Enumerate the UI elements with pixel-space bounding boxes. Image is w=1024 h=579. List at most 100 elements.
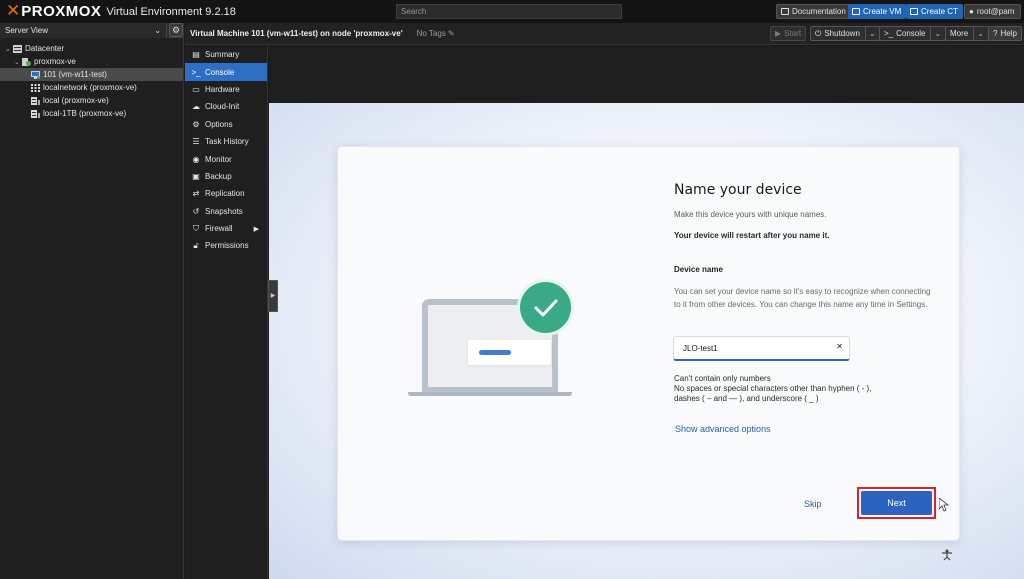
cube-icon xyxy=(910,8,918,15)
menu-item-options[interactable]: ⚙ Options xyxy=(185,116,267,133)
search-input[interactable]: Search xyxy=(396,4,622,19)
documentation-button[interactable]: Documentation xyxy=(776,4,852,19)
proxmox-logo[interactable]: ✕ PROXMOX xyxy=(6,1,102,21)
documentation-label: Documentation xyxy=(792,7,846,16)
help-button[interactable]: ? Help xyxy=(988,26,1022,41)
power-icon: ⏻ xyxy=(815,29,822,38)
accessibility-icon[interactable] xyxy=(941,549,953,561)
history-icon: ↺ xyxy=(192,206,200,216)
vm-title: Virtual Machine 101 (vm-w11-test) on nod… xyxy=(190,29,403,38)
tree-item-localnetwork[interactable]: localnetwork (proxmox-ve) xyxy=(31,81,137,94)
vm-display[interactable]: Name your device Make this device yours … xyxy=(269,103,1024,579)
create-vm-button[interactable]: Create VM xyxy=(848,4,907,19)
vm-side-menu: ▤ Summary >_ Console ▭ Hardware ☁ Cloud-Init… xyxy=(185,46,268,579)
oobe-dialog: Name your device Make this device yours … xyxy=(337,146,960,541)
rule-line: No spaces or special characters other th… xyxy=(674,384,872,393)
collapse-icon[interactable]: ⌄ xyxy=(14,58,22,66)
mouse-cursor-icon xyxy=(939,498,949,512)
rule-line: dashes ( – and — ), and underscore ( _ ) xyxy=(674,394,819,403)
proxmox-x-icon: ✕ xyxy=(6,1,21,21)
menu-item-label: Monitor xyxy=(205,154,232,164)
menu-item-console[interactable]: >_ Console xyxy=(185,63,267,81)
retweet-icon: ⇄ xyxy=(192,189,200,199)
create-ct-button[interactable]: Create CT xyxy=(906,4,963,19)
console-icon: >_ xyxy=(191,67,201,77)
more-label: More xyxy=(950,29,969,38)
more-button[interactable]: More ⌄ xyxy=(945,26,989,41)
console-panel[interactable]: Name your device Make this device yours … xyxy=(269,46,1024,579)
menu-item-snapshots[interactable]: ↺ Snapshots xyxy=(185,203,267,220)
console-button[interactable]: >_ Console ⌄ xyxy=(879,26,947,41)
menu-item-task-history[interactable]: ☰ Task History xyxy=(185,133,267,150)
menu-item-label: Task History xyxy=(205,137,249,147)
chevron-down-icon[interactable]: ⌄ xyxy=(930,27,941,40)
tags-area[interactable]: No Tags ✎ xyxy=(417,29,455,38)
vm-toolbar: Virtual Machine 101 (vm-w11-test) on nod… xyxy=(185,23,1024,45)
tree-item-label: local-1TB (proxmox-ve) xyxy=(43,109,127,118)
clear-icon[interactable]: ✕ xyxy=(836,342,843,351)
create-vm-label: Create VM xyxy=(863,7,902,16)
dialog-title: Name your device xyxy=(674,182,802,198)
user-icon: ● xyxy=(969,7,974,16)
menu-item-backup[interactable]: ▣ Backup xyxy=(185,168,267,185)
chevron-down-icon[interactable]: ⌄ xyxy=(864,27,876,40)
shutdown-button[interactable]: ⏻ Shutdown ⌄ xyxy=(810,26,881,41)
shield-icon: ⛉ xyxy=(193,223,199,233)
menu-item-permissions[interactable]: 🔓︎ Permissions xyxy=(185,237,267,254)
storage-icon xyxy=(31,109,40,118)
menu-item-firewall[interactable]: ⛉ Firewall ▶ xyxy=(185,220,267,237)
list-icon: ☰ xyxy=(192,137,200,147)
menu-item-label: Console xyxy=(205,67,235,77)
collapse-menu-handle[interactable]: ▶ xyxy=(268,280,278,312)
menu-item-cloud-init[interactable]: ☁ Cloud-Init xyxy=(185,98,267,115)
server-view-label: Server View xyxy=(5,25,48,35)
menu-item-label: Cloud-Init xyxy=(205,102,240,112)
tree-item-vm-101[interactable]: 101 (vm-w11-test) xyxy=(0,68,183,81)
tree-item-label: 101 (vm-w11-test) xyxy=(43,70,107,79)
network-icon xyxy=(31,83,40,92)
menu-item-hardware[interactable]: ▭ Hardware xyxy=(185,81,267,98)
cloud-icon: ☁ xyxy=(192,102,200,112)
collapse-icon[interactable]: ⌄ xyxy=(5,45,13,53)
menu-item-label: Snapshots xyxy=(205,206,243,216)
question-icon: ? xyxy=(993,29,998,38)
menu-item-label: Hardware xyxy=(205,84,240,94)
menu-item-label: Summary xyxy=(205,50,240,60)
tree-item-local-1tb[interactable]: local-1TB (proxmox-ve) xyxy=(31,107,126,120)
advanced-options-link[interactable]: Show advanced options xyxy=(675,424,771,434)
no-tags-label: No Tags xyxy=(416,29,446,38)
tree-item-label: proxmox-ve xyxy=(34,57,76,66)
tree-item-node[interactable]: ⌄ proxmox-ve xyxy=(14,55,76,68)
menu-item-label: Options xyxy=(205,119,233,129)
menu-item-replication[interactable]: ⇄ Replication xyxy=(185,185,267,202)
play-icon: ▶ xyxy=(775,29,782,38)
pencil-icon[interactable]: ✎ xyxy=(448,29,455,38)
laptop-field xyxy=(468,340,551,365)
next-highlight-box: Next xyxy=(857,487,936,519)
next-button[interactable]: Next xyxy=(861,491,932,515)
start-button[interactable]: ▶ Start xyxy=(770,26,807,41)
menu-item-summary[interactable]: ▤ Summary xyxy=(185,46,267,63)
user-menu-button[interactable]: ● root@pam xyxy=(964,4,1021,19)
dialog-subtitle: Make this device yours with unique names… xyxy=(674,210,827,219)
chevron-down-icon[interactable]: ⌄ xyxy=(973,27,984,40)
device-name-input[interactable]: JLO-test1 ✕ xyxy=(673,336,850,361)
server-view-select[interactable]: Server View ⌄ xyxy=(0,22,167,38)
brand-name: PROXMOX xyxy=(21,3,102,20)
tree-header: Server View ⌄ ⚙ xyxy=(0,22,183,38)
book-icon xyxy=(781,8,789,15)
menu-item-monitor[interactable]: ◉ Monitor xyxy=(185,150,267,167)
tree-item-label: Datacenter xyxy=(25,44,65,53)
tree-item-local[interactable]: local (proxmox-ve) xyxy=(31,94,109,107)
rule-line: Can't contain only numbers xyxy=(674,374,771,383)
tree-gear-icon[interactable]: ⚙ xyxy=(169,23,183,37)
skip-button[interactable]: Skip xyxy=(804,499,822,509)
naming-rules: Can't contain only numbers No spaces or … xyxy=(674,374,871,404)
caret-right-icon[interactable]: ▶ xyxy=(254,225,259,233)
datacenter-icon xyxy=(13,44,22,53)
user-label: root@pam xyxy=(976,7,1015,16)
storage-icon xyxy=(31,96,40,105)
tree-item-datacenter[interactable]: ⌄ Datacenter xyxy=(5,42,64,55)
help-label: Help xyxy=(1000,29,1017,38)
shutdown-label: Shutdown xyxy=(824,29,860,38)
